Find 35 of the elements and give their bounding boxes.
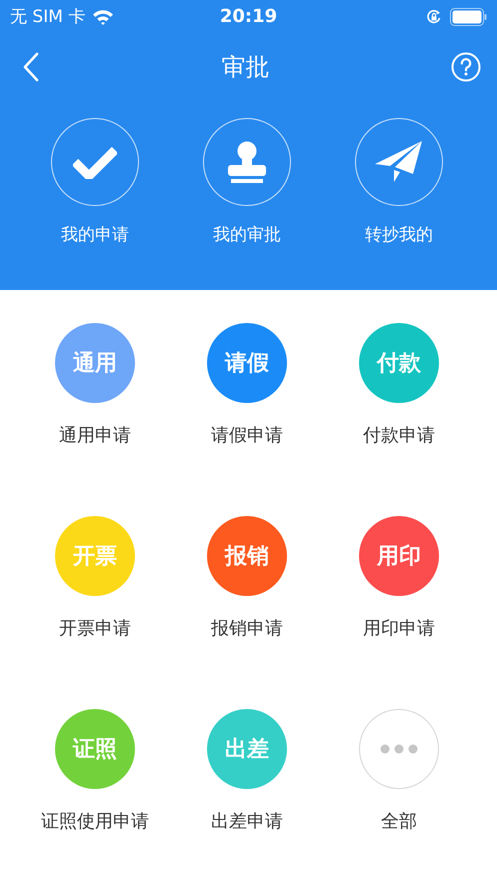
battery-icon [450,8,487,26]
stamp-icon [228,141,266,183]
checkmark-icon [73,145,117,179]
category-label: 全部 [381,810,417,833]
category-label: 报销申请 [211,617,283,640]
action-label: 我的申请 [61,224,129,246]
category-button[interactable]: 用印 [359,516,439,596]
paper-plane-icon [375,141,423,183]
page-title: 审批 [222,52,270,82]
back-button[interactable] [22,52,40,82]
category-button[interactable]: 出差 [207,709,287,789]
wifi-icon [92,8,114,24]
category-button[interactable]: 证照 [55,709,135,789]
category-button[interactable]: 开票 [55,516,135,596]
category-button[interactable]: 付款 [359,323,439,403]
clock-time: 20:19 [218,6,278,27]
help-button[interactable] [451,52,481,82]
category-label: 请假申请 [211,424,283,447]
category-label: 付款申请 [363,424,435,447]
action-button[interactable] [355,118,443,206]
category-button[interactable]: 通用 [55,323,135,403]
action-button[interactable] [51,118,139,206]
category-label: 出差申请 [211,810,283,833]
category-button[interactable]: 请假 [207,323,287,403]
carrier-text: 无 SIM 卡 [10,6,86,28]
category-label: 通用申请 [59,424,131,447]
category-label: 开票申请 [59,617,131,640]
rotation-lock-icon [426,8,442,24]
more-icon [380,744,418,754]
action-label: 我的审批 [213,224,281,246]
action-button[interactable] [203,118,291,206]
category-button[interactable]: 报销 [207,516,287,596]
category-label: 用印申请 [363,617,435,640]
action-label: 转抄我的 [365,224,433,246]
category-label: 证照使用申请 [41,810,149,833]
